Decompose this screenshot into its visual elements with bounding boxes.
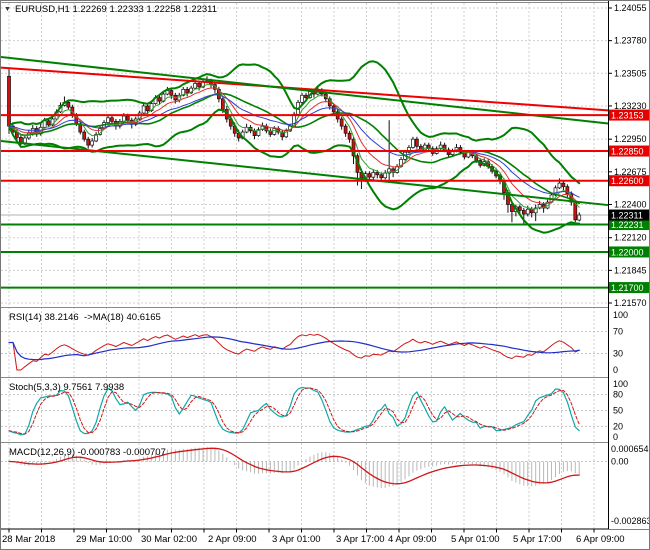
svg-text:30 Mar 02:00: 30 Mar 02:00 (141, 534, 197, 545)
svg-text:0.000654: 0.000654 (611, 444, 649, 454)
svg-text:1.23230: 1.23230 (614, 101, 647, 111)
svg-text:1.22950: 1.22950 (614, 134, 647, 144)
svg-text:1.22600: 1.22600 (611, 176, 644, 186)
svg-text:5 Apr 17:00: 5 Apr 17:00 (513, 534, 562, 545)
chart-plot-area[interactable]: 1.24055 1.23780 1.23505 1.23230 1.22950 1.226… (1, 1, 650, 550)
svg-text:6 Apr 09:00: 6 Apr 09:00 (576, 534, 625, 545)
svg-text:4 Apr 09:00: 4 Apr 09:00 (388, 534, 437, 545)
svg-text:1.23153: 1.23153 (611, 111, 644, 121)
svg-text:1.23505: 1.23505 (614, 68, 647, 78)
price-axis[interactable]: 1.24055 1.23780 1.23505 1.23230 1.22950 1.226… (608, 1, 650, 529)
svg-text:1.22000: 1.22000 (611, 247, 644, 257)
svg-text:1.24055: 1.24055 (614, 3, 647, 13)
svg-text:20: 20 (613, 421, 623, 431)
svg-text:1.21570: 1.21570 (614, 298, 647, 308)
svg-text:0.00: 0.00 (611, 457, 629, 467)
svg-text:3 Apr 17:00: 3 Apr 17:00 (336, 534, 385, 545)
svg-text:100: 100 (613, 310, 628, 320)
bollinger-bands (8, 60, 581, 234)
time-axis[interactable]: 28 Mar 2018 29 Mar 10:00 30 Mar 02:00 2 Apr… (2, 529, 625, 545)
svg-text:0: 0 (613, 432, 618, 442)
svg-text:0: 0 (613, 365, 618, 375)
svg-text:5 Apr 01:00: 5 Apr 01:00 (451, 534, 500, 545)
svg-text:-0.002863: -0.002863 (611, 516, 650, 526)
svg-text:29 Mar 10:00: 29 Mar 10:00 (76, 534, 132, 545)
rsi-pane (8, 333, 580, 371)
svg-text:1.22400: 1.22400 (614, 199, 647, 209)
svg-text:100: 100 (613, 379, 628, 389)
svg-text:28 Mar 2018: 28 Mar 2018 (2, 534, 55, 545)
grid-layer (1, 3, 608, 529)
svg-text:30: 30 (613, 349, 623, 359)
svg-text:1.22850: 1.22850 (611, 147, 644, 157)
svg-text:3 Apr 01:00: 3 Apr 01:00 (272, 534, 321, 545)
macd-pane (1, 447, 608, 489)
svg-text:70: 70 (613, 327, 623, 337)
svg-text:1.21845: 1.21845 (614, 265, 647, 275)
mt4-chart-window: 1.24055 1.23780 1.23505 1.23230 1.22950 1.226… (0, 0, 650, 550)
svg-text:1.23780: 1.23780 (614, 36, 647, 46)
svg-text:1.22231: 1.22231 (611, 220, 644, 230)
svg-text:2 Apr 09:00: 2 Apr 09:00 (208, 534, 257, 545)
svg-text:1.21700: 1.21700 (611, 283, 644, 293)
svg-text:50: 50 (613, 406, 623, 416)
trend-lines (1, 56, 609, 207)
svg-text:80: 80 (613, 390, 623, 400)
svg-text:1.22311: 1.22311 (611, 211, 643, 221)
svg-text:1.22120: 1.22120 (614, 233, 647, 243)
